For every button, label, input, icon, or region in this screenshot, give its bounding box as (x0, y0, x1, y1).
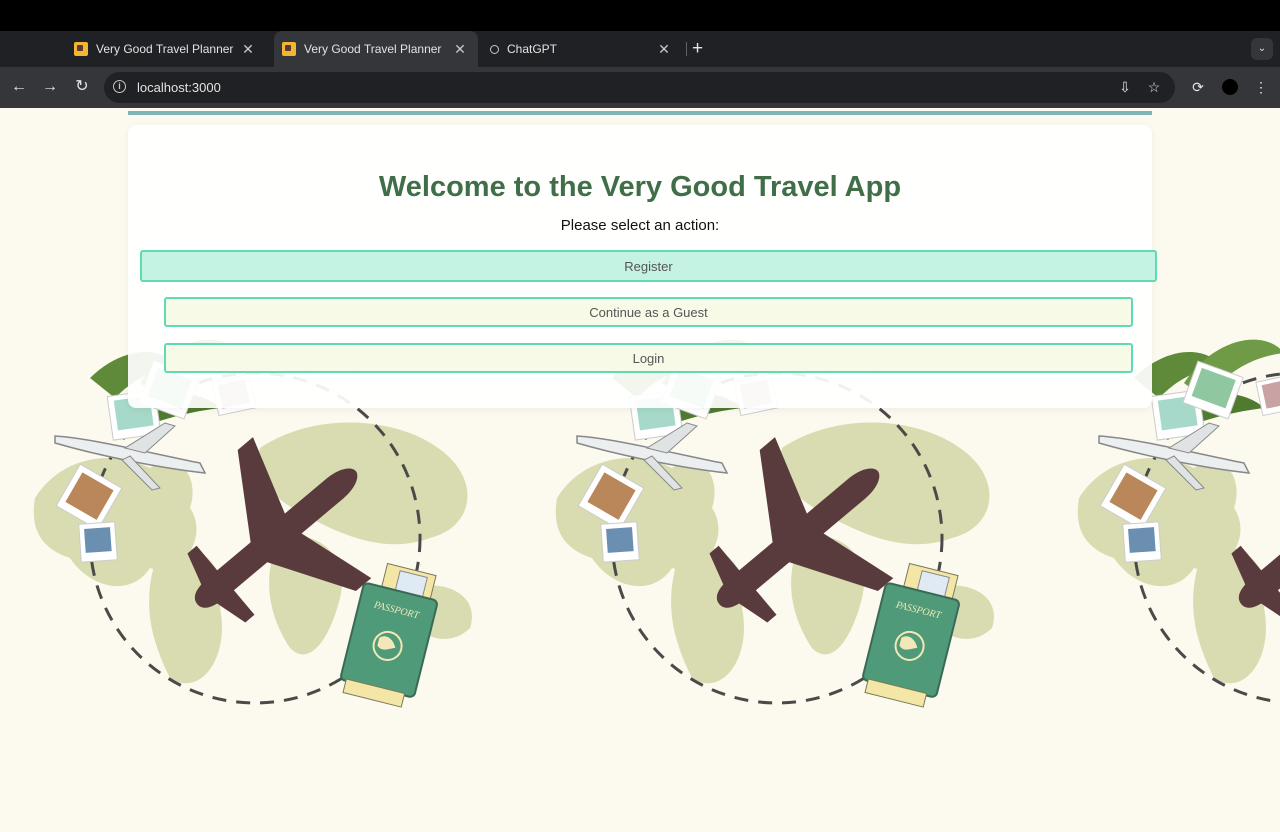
address-url[interactable]: localhost:3000 (137, 72, 221, 103)
tab-travel-planner-2[interactable]: Very Good Travel Planner ✕ (274, 31, 478, 67)
forward-arrow-icon[interactable]: → (40, 77, 60, 97)
tab-chatgpt[interactable]: ChatGPT ✕ (482, 31, 682, 67)
site-info-icon[interactable]: i (113, 80, 126, 93)
tab-travel-planner-1[interactable]: Very Good Travel Planner ✕ (66, 31, 266, 67)
browser-menu-icon[interactable]: ⋮ (1251, 77, 1271, 97)
welcome-card: Welcome to the Very Good Travel App Plea… (128, 125, 1157, 408)
page-viewport: PASSPORT Welcome to the Very Good Travel… (0, 108, 1280, 832)
reload-icon[interactable]: ↻ (72, 77, 92, 97)
browser-toolbar: ← → ↻ i localhost:3000 ⇩ ☆ ⟳ ⋮ (0, 67, 1280, 108)
extensions-icon[interactable]: ⟳ (1188, 77, 1208, 97)
continue-as-guest-button[interactable]: Continue as a Guest (164, 297, 1133, 327)
back-arrow-icon[interactable]: ← (9, 77, 29, 97)
tab-separator (686, 42, 687, 56)
profile-avatar[interactable] (1222, 79, 1238, 95)
travel-favicon-icon (74, 42, 88, 56)
tab-strip: Very Good Travel Planner ✕ Very Good Tra… (0, 31, 1280, 67)
tab-title: Very Good Travel Planner (304, 42, 442, 56)
login-button[interactable]: Login (164, 343, 1133, 373)
address-bar[interactable]: i localhost:3000 ⇩ ☆ (104, 72, 1175, 103)
chatgpt-favicon-icon (490, 44, 499, 54)
travel-favicon-icon (282, 42, 296, 56)
tab-title: ChatGPT (507, 42, 558, 56)
close-tab-icon[interactable]: ✕ (452, 41, 468, 58)
window-top-bar (0, 0, 1280, 31)
register-button[interactable]: Register (140, 250, 1157, 282)
close-tab-icon[interactable]: ✕ (656, 41, 672, 58)
close-tab-icon[interactable]: ✕ (240, 41, 256, 58)
page-title: Welcome to the Very Good Travel App (378, 171, 902, 203)
tab-search-chevron-icon[interactable]: ⌄ (1251, 38, 1273, 60)
card-top-accent-bar (128, 111, 1152, 115)
page-subtitle: Please select an action: (560, 217, 720, 234)
tab-title: Very Good Travel Planner (96, 42, 234, 56)
bookmark-star-icon[interactable]: ☆ (1145, 78, 1163, 96)
install-app-icon[interactable]: ⇩ (1116, 78, 1134, 96)
new-tab-icon[interactable]: + (692, 31, 703, 67)
